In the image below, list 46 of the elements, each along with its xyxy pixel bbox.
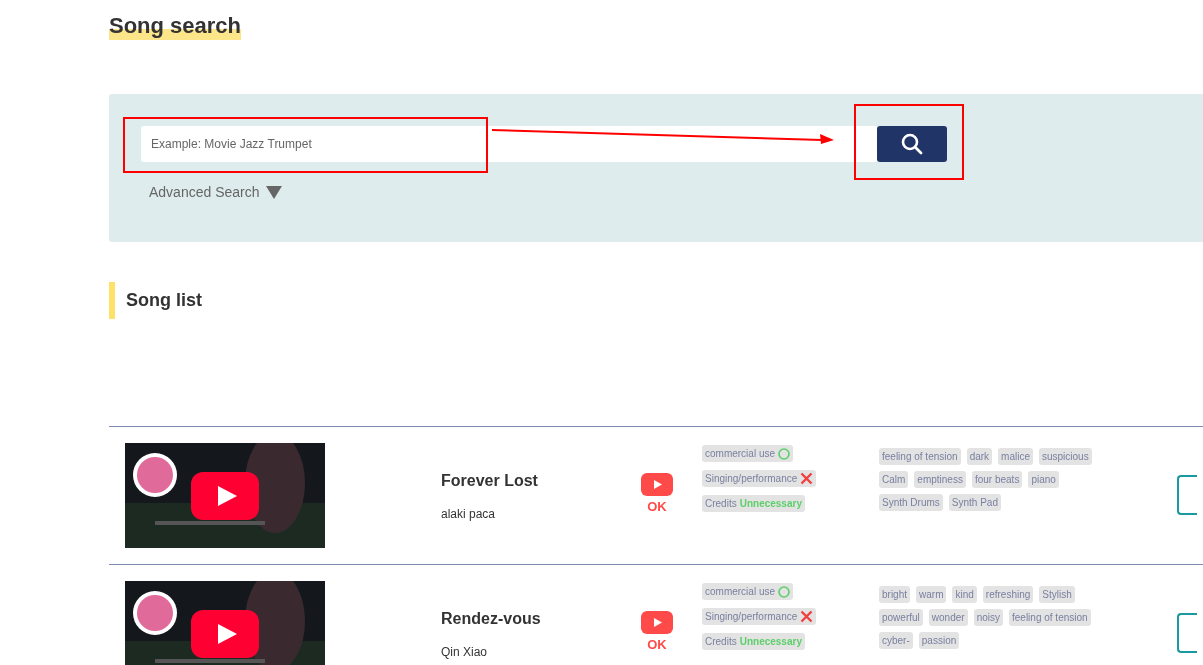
rights-label: Singing/performance xyxy=(705,610,798,624)
mood-tag[interactable]: emptiness xyxy=(914,471,966,488)
mood-tag[interactable]: refreshing xyxy=(982,586,1034,603)
youtube-icon xyxy=(641,473,673,496)
mood-tag[interactable]: bright xyxy=(879,586,910,603)
mood-tag[interactable]: Stylish xyxy=(1039,586,1075,603)
action-button[interactable] xyxy=(1177,613,1197,653)
mood-tag[interactable]: piano xyxy=(1028,471,1059,488)
mood-tag[interactable]: four beats xyxy=(971,471,1023,488)
mood-tag[interactable]: noisy xyxy=(973,609,1003,626)
play-icon[interactable] xyxy=(191,610,259,658)
mood-tag[interactable]: feeling of tension xyxy=(879,448,961,465)
mood-tag[interactable]: suspicious xyxy=(1039,448,1092,465)
advanced-search-toggle[interactable]: Advanced Search xyxy=(149,182,282,203)
search-field[interactable]: Example: Movie Jazz Trumpet xyxy=(141,126,877,162)
mood-tag[interactable]: cyber- xyxy=(879,632,913,649)
play-icon[interactable] xyxy=(191,472,259,520)
mood-tag[interactable]: Synth Pad xyxy=(948,494,1001,511)
mood-tag[interactable]: feeling of tension xyxy=(1009,609,1091,626)
youtube-status: OK xyxy=(647,636,667,654)
mood-tag[interactable]: warm xyxy=(916,586,947,603)
mood-tag[interactable]: powerful xyxy=(879,609,923,626)
artist-name: Qin Xiao xyxy=(441,643,489,661)
rights-label: Credits xyxy=(705,497,737,511)
section-title: Song list xyxy=(109,282,1203,319)
rights-label: commercial use xyxy=(705,447,776,461)
artist-name: alaki paca xyxy=(441,505,497,523)
mood-tag[interactable]: Synth Drums xyxy=(879,494,943,511)
mood-tag[interactable]: Calm xyxy=(879,471,909,488)
rights-value: Unnecessary xyxy=(739,497,802,511)
rights-label: commercial use xyxy=(705,585,776,599)
search-button[interactable] xyxy=(877,126,947,162)
action-button[interactable] xyxy=(1177,475,1197,515)
mood-tag[interactable]: kind xyxy=(952,586,977,603)
song-title[interactable]: Forever Lost xyxy=(441,468,628,493)
mood-tag[interactable]: passion xyxy=(918,632,960,649)
search-icon xyxy=(900,132,924,156)
rights-value: Unnecessary xyxy=(739,635,802,649)
rights-label: Credits xyxy=(705,635,737,649)
youtube-status: OK xyxy=(647,498,667,516)
mood-tag[interactable]: dark xyxy=(966,448,993,465)
mood-tag[interactable]: wonder xyxy=(928,609,968,626)
rights-label: Singing/performance xyxy=(705,472,798,486)
mood-tag[interactable]: malice xyxy=(998,448,1033,465)
song-title[interactable]: Rendez-vous xyxy=(441,606,628,631)
youtube-icon xyxy=(641,611,673,634)
